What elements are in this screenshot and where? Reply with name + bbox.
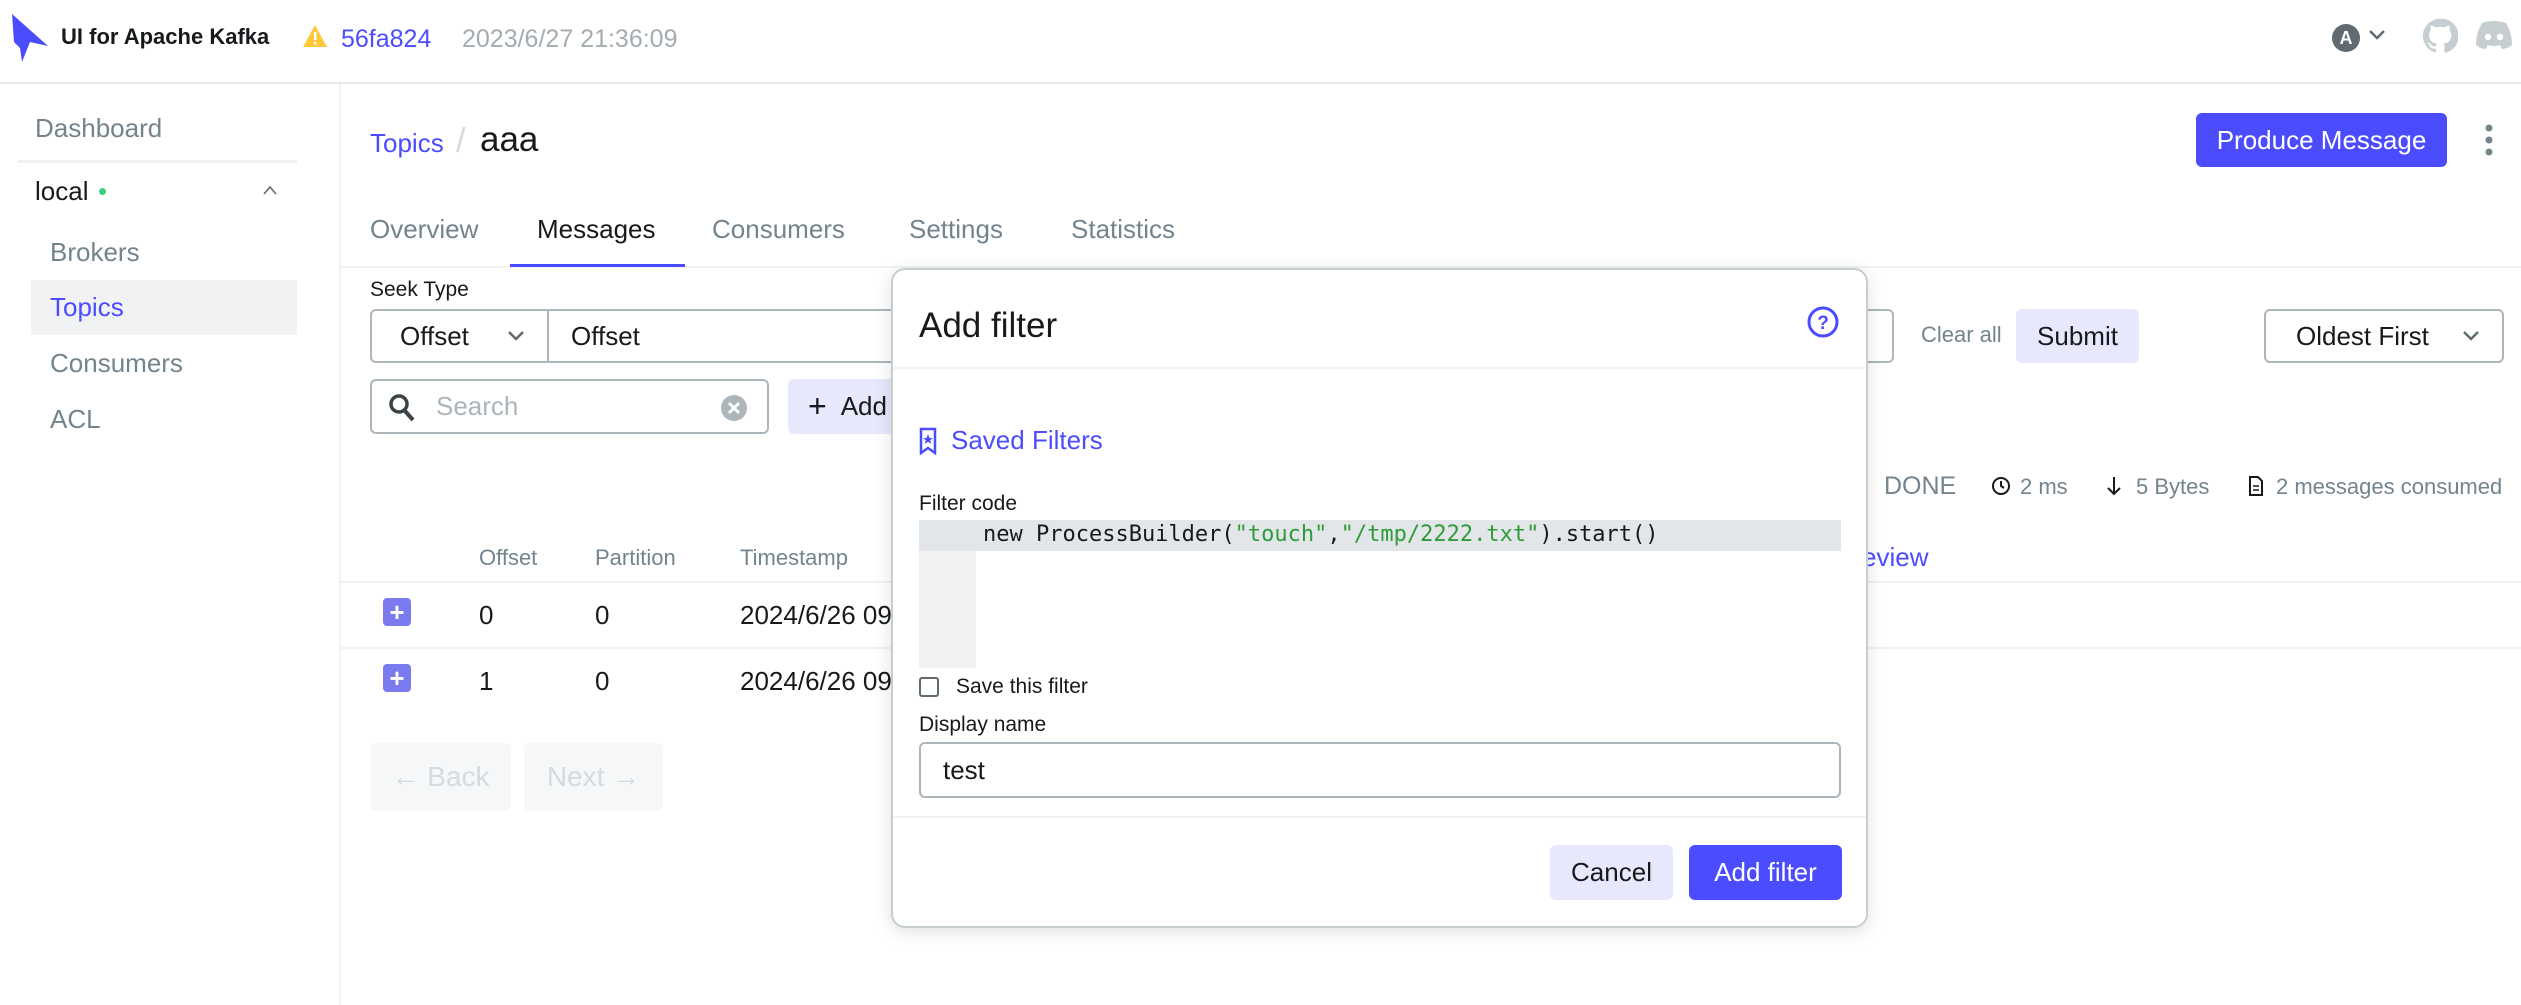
display-name-input[interactable]: test	[919, 742, 1841, 798]
search-input[interactable]: Search	[370, 379, 769, 434]
tab-statistics[interactable]: Statistics	[1071, 214, 1175, 245]
cell-timestamp: 2024/6/26 09	[740, 600, 892, 630]
column-offset: Offset	[479, 545, 538, 570]
tab-settings[interactable]: Settings	[909, 214, 1003, 245]
warning-icon	[303, 25, 327, 47]
version-date: 2023/6/27 21:36:09	[462, 25, 678, 53]
user-avatar[interactable]: A	[2332, 24, 2360, 52]
expand-row-icon[interactable]: +	[383, 664, 411, 692]
clear-all-link[interactable]: Clear all	[1921, 322, 2002, 348]
bookmark-star-icon	[919, 427, 937, 455]
tab-consumers[interactable]: Consumers	[712, 214, 845, 245]
sort-order-value: Oldest First	[2296, 320, 2429, 351]
seek-type-value: Offset	[400, 320, 469, 351]
arrow-down-icon	[2107, 477, 2121, 496]
status-bytes: 5 Bytes	[2136, 474, 2210, 499]
modal-footer-divider	[893, 816, 1866, 818]
cell-offset: 1	[479, 666, 494, 696]
more-options-icon[interactable]	[2482, 122, 2496, 158]
display-name-value: test	[943, 754, 985, 785]
sort-order-select[interactable]: Oldest First	[2264, 309, 2504, 363]
chevron-down-icon	[508, 331, 524, 341]
code-token: ).start()	[1539, 522, 1659, 547]
save-filter-label[interactable]: Save this filter	[956, 675, 1088, 699]
saved-filters-link[interactable]: Saved Filters	[919, 425, 1103, 456]
status-elapsed: 2 ms	[2020, 474, 2068, 499]
cluster-name: local	[35, 176, 89, 206]
produce-message-button[interactable]: Produce Message	[2196, 113, 2447, 167]
code-token: new ProcessBuilder(	[983, 522, 1235, 547]
submit-button[interactable]: Submit	[2016, 309, 2139, 363]
saved-filters-label: Saved Filters	[951, 425, 1103, 455]
column-timestamp: Timestamp	[740, 545, 848, 570]
code-string: "/tmp/2222.txt"	[1340, 522, 1540, 547]
cell-offset: 0	[479, 600, 494, 630]
page-title: aaa	[480, 120, 539, 159]
clear-search-icon[interactable]	[720, 394, 748, 422]
active-tab-indicator	[510, 264, 685, 267]
clock-icon	[1992, 477, 2010, 495]
breadcrumb-separator: /	[456, 122, 466, 160]
sidebar-item-brokers[interactable]: Brokers	[50, 237, 140, 268]
sidebar-cluster-local[interactable]: local	[35, 176, 297, 208]
add-filter-label: Add	[840, 391, 887, 421]
tab-overview[interactable]: Overview	[370, 214, 478, 245]
back-button[interactable]: ← Back	[370, 743, 511, 811]
column-partition: Partition	[595, 545, 676, 570]
cell-timestamp: 2024/6/26 09	[740, 666, 892, 696]
sidebar	[0, 84, 341, 1005]
seek-type-label: Seek Type	[370, 278, 469, 301]
discord-icon[interactable]	[2474, 20, 2514, 50]
status-consumed: 2 messages consumed	[2276, 474, 2503, 499]
cancel-button[interactable]: Cancel	[1550, 845, 1673, 900]
next-button[interactable]: Next →	[524, 743, 663, 811]
add-filter-modal: Add filter ? Saved Filters Filter code n…	[891, 268, 1868, 928]
sidebar-item-acl[interactable]: ACL	[50, 404, 101, 435]
help-icon[interactable]: ?	[1807, 306, 1839, 338]
code-string: "touch"	[1234, 522, 1328, 547]
sidebar-item-consumers[interactable]: Consumers	[50, 348, 183, 379]
sidebar-item-dashboard[interactable]: Dashboard	[35, 113, 162, 144]
seek-type-select[interactable]: Offset	[370, 309, 549, 363]
save-filter-checkbox[interactable]	[919, 677, 939, 697]
tab-messages[interactable]: Messages	[537, 214, 656, 245]
document-icon	[2249, 476, 2263, 496]
search-placeholder: Search	[436, 391, 519, 421]
chevron-down-icon[interactable]	[2368, 28, 2386, 42]
modal-title: Add filter	[919, 306, 1058, 345]
expand-row-icon[interactable]: +	[383, 598, 411, 626]
display-name-label: Display name	[919, 713, 1047, 736]
kafka-logo-icon	[12, 14, 48, 62]
status-state: DONE	[1884, 472, 1957, 500]
chevron-down-icon	[2463, 331, 2479, 341]
version-commit-link[interactable]: 56fa824	[341, 25, 431, 54]
cell-partition: 0	[595, 666, 610, 696]
sidebar-divider	[17, 160, 297, 163]
github-icon[interactable]	[2422, 18, 2458, 54]
add-filter-submit-button[interactable]: Add filter	[1689, 845, 1842, 900]
sidebar-item-topics[interactable]: Topics	[50, 292, 124, 323]
editor-code-line: new ProcessBuilder("touch","/tmp/2222.tx…	[983, 522, 1659, 547]
search-icon	[389, 394, 415, 422]
app-title[interactable]: UI for Apache Kafka	[61, 24, 269, 50]
plus-icon: +	[808, 388, 827, 424]
svg-text:?: ?	[1817, 313, 1829, 334]
breadcrumb-topics-link[interactable]: Topics	[370, 128, 444, 159]
filter-code-editor[interactable]: new ProcessBuilder("touch","/tmp/2222.tx…	[919, 520, 1841, 668]
avatar-letter: A	[2339, 27, 2353, 48]
code-token: ,	[1327, 522, 1341, 547]
cell-partition: 0	[595, 600, 610, 630]
offset-value: Offset	[571, 320, 640, 351]
modal-header-divider	[893, 367, 1866, 369]
chevron-up-icon[interactable]	[261, 184, 279, 196]
top-header: UI for Apache Kafka 56fa824 2023/6/27 21…	[0, 0, 2521, 84]
cluster-status-dot	[99, 188, 106, 195]
filter-code-label: Filter code	[919, 492, 1018, 515]
